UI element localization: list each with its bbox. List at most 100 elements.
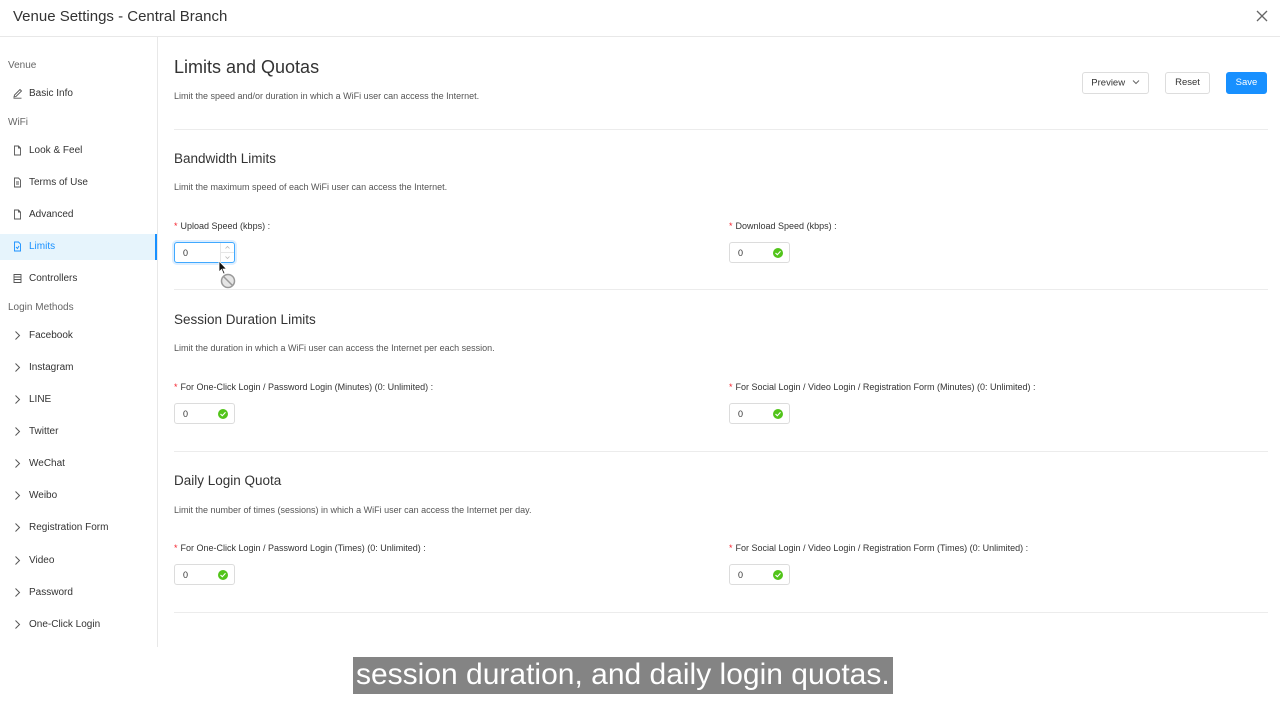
section-title-session-duration: Session Duration Limits [174, 312, 316, 327]
section-description-daily-quota: Limit the number of times (sessions) in … [174, 505, 532, 515]
chevron-right-icon [12, 587, 24, 599]
file-icon [12, 209, 24, 221]
sidebar-item-label: Basic Info [29, 88, 73, 99]
preview-button-label: Preview [1091, 77, 1126, 89]
sidebar-group-venue: Venue [8, 60, 37, 71]
sidebar-item-one-click-login[interactable]: One-Click Login [0, 612, 157, 638]
field-label-text: Upload Speed (kbps) [180, 221, 266, 231]
input-value: 0 [183, 248, 189, 258]
sidebar-group-wifi: WiFi [8, 117, 28, 128]
check-circle-icon [773, 409, 783, 419]
page-title: Limits and Quotas [174, 57, 320, 77]
section-divider [174, 289, 1268, 290]
chevron-right-icon [12, 619, 24, 631]
chevron-right-icon [12, 330, 24, 342]
quota-oneclick-input[interactable]: 0 [174, 564, 235, 585]
sidebar-item-label: Instagram [29, 362, 74, 373]
check-circle-icon [218, 570, 228, 580]
stepper-up-icon[interactable] [221, 243, 234, 252]
sidebar-item-label: Controllers [29, 273, 78, 284]
field-label-text: Download Speed (kbps) [735, 221, 832, 231]
quota-social-input[interactable]: 0 [729, 564, 790, 585]
window-titlebar: Venue Settings - Central Branch [0, 0, 1280, 37]
sidebar-item-terms-of-use[interactable]: Terms of Use [0, 170, 157, 196]
section-description-bandwidth: Limit the maximum speed of each WiFi use… [174, 182, 448, 192]
sidebar-item-facebook[interactable]: Facebook [0, 323, 157, 349]
sidebar-item-label: Limits [29, 241, 56, 252]
chevron-down-icon [1132, 73, 1140, 93]
upload-speed-label: * Upload Speed (kbps) : [174, 221, 271, 231]
sidebar-item-weibo[interactable]: Weibo [0, 483, 157, 509]
chevron-right-icon [12, 394, 24, 406]
file-text-icon [12, 177, 24, 189]
sidebar-item-registration-form[interactable]: Registration Form [0, 515, 157, 541]
input-value: 0 [738, 248, 744, 258]
download-speed-input[interactable]: 0 [729, 242, 790, 263]
input-value: 0 [738, 409, 744, 419]
sidebar-item-basic-info[interactable]: Basic Info [0, 81, 157, 107]
sidebar-item-controllers[interactable]: Controllers [0, 266, 157, 292]
session-oneclick-input[interactable]: 0 [174, 403, 235, 424]
chevron-right-icon [12, 490, 24, 502]
save-button[interactable]: Save [1226, 72, 1267, 94]
sidebar-item-label: One-Click Login [29, 619, 101, 630]
section-divider [174, 451, 1268, 452]
check-circle-icon [218, 409, 228, 419]
sidebar-item-label: Terms of Use [29, 177, 88, 188]
sidebar-group-login-methods: Login Methods [8, 302, 74, 313]
chevron-right-icon [12, 426, 24, 438]
quota-oneclick-label: * For One-Click Login / Password Login (T… [174, 543, 426, 553]
sidebar-item-advanced[interactable]: Advanced [0, 202, 157, 228]
sidebar-item-label: Twitter [29, 426, 59, 437]
session-social-label: * For Social Login / Video Login / Regist… [729, 382, 1036, 392]
sidebar-item-label: WeChat [29, 458, 65, 469]
video-caption: session duration, and daily login quotas… [353, 657, 893, 694]
section-title-daily-quota: Daily Login Quota [174, 473, 282, 488]
download-speed-label: * Download Speed (kbps) : [729, 221, 837, 231]
sidebar-item-label: Look & Feel [29, 145, 83, 156]
reset-button[interactable]: Reset [1165, 72, 1210, 94]
sidebar-item-label: Password [29, 587, 73, 598]
sidebar-item-label: Video [29, 555, 55, 566]
chevron-right-icon [12, 555, 24, 567]
field-label-text: For One-Click Login / Password Login (Mi… [180, 382, 429, 392]
chevron-right-icon [12, 362, 24, 374]
input-value: 0 [183, 570, 189, 580]
sidebar-item-video[interactable]: Video [0, 548, 157, 574]
sidebar-item-instagram[interactable]: Instagram [0, 355, 157, 381]
field-label-text: For Social Login / Video Login / Registr… [735, 543, 1024, 553]
sidebar-item-wechat[interactable]: WeChat [0, 451, 157, 477]
sidebar-item-label: Registration Form [29, 522, 109, 533]
sidebar-item-limits[interactable]: Limits [0, 234, 157, 260]
sidebar-item-label: Advanced [29, 209, 74, 220]
page-description: Limit the speed and/or duration in which… [174, 91, 480, 101]
sidebar-item-look-feel[interactable]: Look & Feel [0, 138, 157, 164]
sidebar-item-twitter[interactable]: Twitter [0, 419, 157, 445]
session-oneclick-label: * For One-Click Login / Password Login (M… [174, 382, 434, 392]
list-icon [12, 273, 24, 285]
sidebar-item-label: Weibo [29, 490, 58, 501]
field-label-text: For One-Click Login / Password Login (Ti… [180, 543, 421, 553]
section-divider [174, 612, 1268, 613]
preview-button[interactable]: Preview [1082, 72, 1149, 94]
chevron-right-icon [12, 458, 24, 470]
sidebar-item-label: LINE [29, 394, 52, 405]
header-divider [174, 129, 1268, 130]
section-title-bandwidth: Bandwidth Limits [174, 151, 277, 166]
mouse-cursor-icon [218, 259, 238, 295]
file-icon [12, 145, 24, 157]
sidebar-item-password[interactable]: Password [0, 580, 157, 606]
field-label-text: For Social Login / Video Login / Registr… [735, 382, 1031, 392]
check-circle-icon [773, 248, 783, 258]
edit-icon [12, 88, 24, 100]
file-limit-icon [12, 241, 24, 253]
input-value: 0 [183, 409, 189, 419]
chevron-right-icon [12, 522, 24, 534]
sidebar-item-line[interactable]: LINE [0, 387, 157, 413]
check-circle-icon [773, 570, 783, 580]
section-description-session-duration: Limit the duration in which a WiFi user … [174, 343, 495, 353]
close-icon[interactable] [1255, 9, 1271, 25]
session-social-input[interactable]: 0 [729, 403, 790, 424]
window-title: Venue Settings - Central Branch [13, 8, 228, 25]
sidebar-item-label: Facebook [29, 330, 73, 341]
